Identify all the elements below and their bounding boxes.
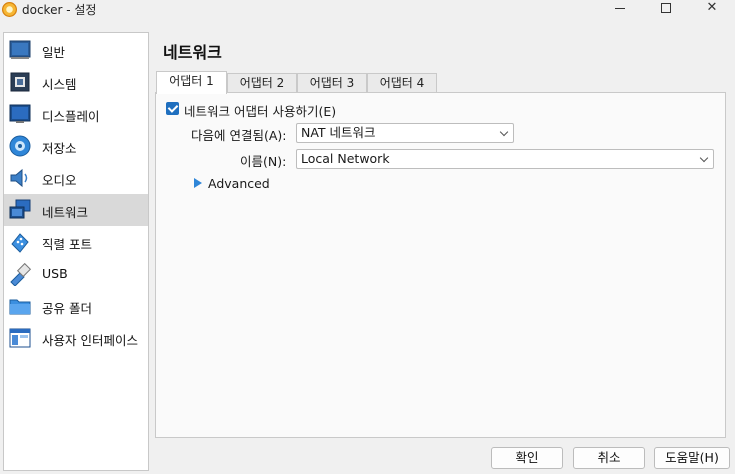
attached-to-select[interactable]: NAT 네트워크 bbox=[296, 123, 514, 143]
tab-adapter-3[interactable]: 어댑터 3 bbox=[297, 73, 367, 93]
sidebar-item-audio[interactable]: 오디오 bbox=[4, 162, 148, 194]
name-select[interactable]: Local Network bbox=[296, 149, 714, 169]
maximize-icon bbox=[661, 3, 671, 13]
expand-arrow-icon[interactable] bbox=[194, 178, 202, 188]
close-icon: ✕ bbox=[706, 0, 718, 15]
name-value: Local Network bbox=[301, 151, 390, 166]
sidebar-item-label: 디스플레이 bbox=[42, 109, 100, 124]
enable-adapter-label: 네트워크 어댑터 사용하기(E) bbox=[184, 104, 337, 119]
sidebar-item-network[interactable]: 네트워크 bbox=[4, 194, 148, 226]
sidebar-item-display[interactable]: 디스플레이 bbox=[4, 98, 148, 130]
chevron-down-icon bbox=[499, 127, 509, 137]
sidebar-item-label: 오디오 bbox=[42, 173, 77, 188]
name-label: 이름(N): bbox=[240, 154, 287, 169]
attached-to-value: NAT 네트워크 bbox=[301, 125, 376, 140]
sidebar-item-label: 시스템 bbox=[42, 77, 77, 92]
sidebar-item-label: USB bbox=[42, 266, 68, 281]
minimize-icon bbox=[615, 8, 625, 9]
virtualbox-app-icon bbox=[2, 2, 17, 17]
help-button[interactable]: 도움말(H) bbox=[654, 447, 730, 469]
serial-port-icon bbox=[11, 233, 29, 253]
tab-adapter-4[interactable]: 어댑터 4 bbox=[367, 73, 437, 93]
tab-adapter-1[interactable]: 어댑터 1 bbox=[156, 71, 227, 94]
cancel-button[interactable]: 취소 bbox=[573, 447, 645, 469]
sidebar-item-general[interactable]: 일반 bbox=[4, 34, 148, 66]
close-button[interactable]: ✕ bbox=[689, 0, 735, 18]
sidebar-item-user-interface[interactable]: 사용자 인터페이스 bbox=[4, 322, 148, 354]
sidebar-item-serial-port[interactable]: 직렬 포트 bbox=[4, 226, 148, 258]
minimize-button[interactable] bbox=[597, 0, 643, 18]
system-chip-icon bbox=[10, 72, 30, 92]
sidebar-item-label: 사용자 인터페이스 bbox=[42, 333, 138, 348]
sidebar-item-system[interactable]: 시스템 bbox=[4, 66, 148, 98]
chevron-down-icon bbox=[699, 153, 709, 163]
sidebar-item-label: 직렬 포트 bbox=[42, 237, 92, 252]
audio-speaker-icon bbox=[10, 168, 28, 188]
window-title: docker - 설정 bbox=[22, 3, 97, 17]
advanced-toggle[interactable]: Advanced bbox=[208, 176, 270, 191]
general-icon bbox=[9, 40, 31, 59]
sidebar-item-usb[interactable]: USB bbox=[4, 258, 148, 290]
storage-disk-icon bbox=[9, 135, 31, 157]
sidebar-item-shared-folder[interactable]: 공유 폴더 bbox=[4, 290, 148, 322]
title-bar: docker - 설정 ✕ bbox=[0, 0, 735, 18]
enable-adapter-checkbox[interactable] bbox=[166, 102, 179, 115]
ok-button[interactable]: 확인 bbox=[491, 447, 563, 469]
maximize-button[interactable] bbox=[643, 0, 689, 18]
sidebar-item-label: 네트워크 bbox=[42, 205, 89, 220]
user-interface-icon bbox=[9, 328, 31, 348]
sidebar-item-label: 공유 폴더 bbox=[42, 301, 92, 316]
sidebar-item-storage[interactable]: 저장소 bbox=[4, 130, 148, 162]
tab-adapter-2[interactable]: 어댑터 2 bbox=[227, 73, 297, 93]
sidebar-item-label: 일반 bbox=[42, 45, 66, 60]
settings-sidebar: 일반 시스템 디스플레이 저장소 오디오 네트워크 직렬 포트 USB 공유 폴… bbox=[3, 32, 149, 471]
usb-icon bbox=[10, 262, 32, 286]
attached-to-label: 다음에 연결됨(A): bbox=[191, 128, 287, 143]
display-monitor-icon bbox=[9, 104, 31, 123]
page-title: 네트워크 bbox=[163, 43, 222, 62]
network-icon bbox=[9, 199, 31, 219]
sidebar-item-label: 저장소 bbox=[42, 141, 77, 156]
shared-folder-icon bbox=[9, 299, 31, 315]
